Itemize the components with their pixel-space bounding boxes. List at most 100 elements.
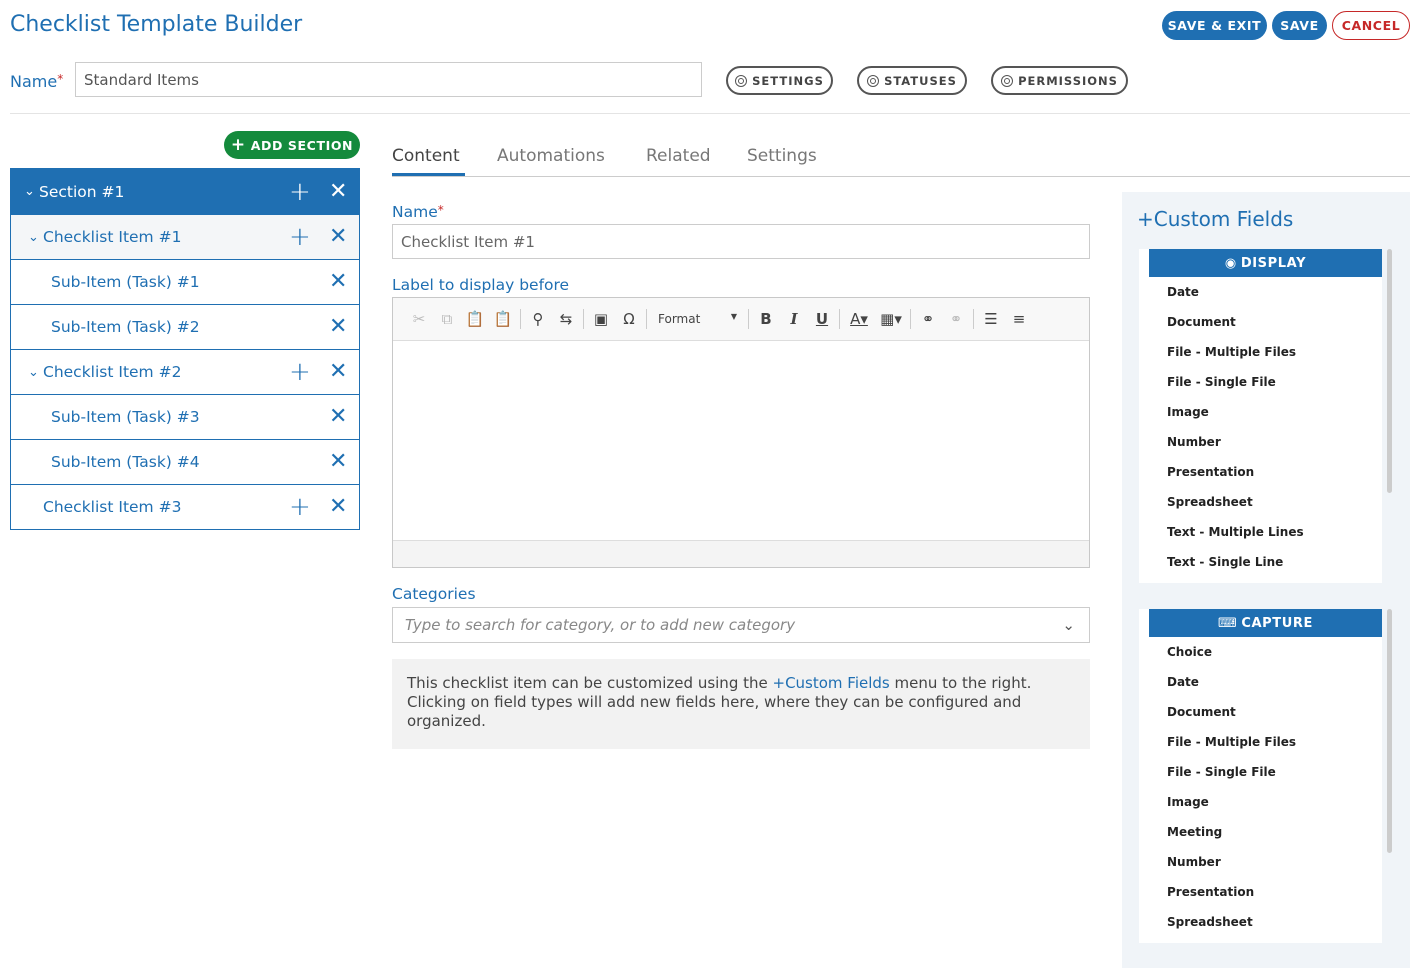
display-field-item[interactable]: Date: [1139, 277, 1382, 307]
add-icon[interactable]: +: [289, 224, 311, 250]
special-char-icon[interactable]: Ω: [615, 310, 643, 328]
cancel-button[interactable]: CANCEL: [1332, 11, 1410, 40]
close-icon[interactable]: ✕: [329, 451, 347, 473]
copy-icon[interactable]: ⧉: [433, 310, 461, 328]
display-field-item[interactable]: Spreadsheet: [1139, 487, 1382, 517]
editor-resize-bar[interactable]: [393, 540, 1089, 567]
display-field-item[interactable]: Image: [1139, 397, 1382, 427]
close-icon[interactable]: ✕: [329, 180, 347, 203]
image-icon[interactable]: ▣: [587, 310, 615, 328]
display-field-item[interactable]: Document: [1139, 307, 1382, 337]
display-field-item[interactable]: Text - Single Line: [1139, 547, 1382, 577]
categories-input[interactable]: Type to search for category, or to add n…: [392, 607, 1090, 643]
format-dropdown[interactable]: Format ▼: [650, 312, 745, 326]
plus-icon: +: [1137, 207, 1154, 231]
tree-item-checklist-1[interactable]: ⌄ Checklist Item #1 + ✕: [11, 214, 359, 259]
bg-color-icon[interactable]: ▦▾: [875, 310, 907, 328]
numbered-list-icon[interactable]: ☰: [977, 310, 1005, 328]
close-icon[interactable]: ✕: [329, 406, 347, 428]
capture-field-item[interactable]: File - Single File: [1139, 757, 1382, 787]
save-button[interactable]: SAVE: [1272, 11, 1327, 40]
tree-item-checklist-2[interactable]: ⌄ Checklist Item #2 + ✕: [11, 349, 359, 394]
close-icon[interactable]: ✕: [329, 271, 347, 293]
capture-header: ⌨ CAPTURE: [1149, 609, 1382, 637]
display-header: ◉ DISPLAY: [1149, 249, 1382, 277]
item-name-input[interactable]: Checklist Item #1: [392, 224, 1090, 259]
capture-field-item[interactable]: Choice: [1139, 637, 1382, 667]
chevron-down-icon[interactable]: ⌄: [1062, 616, 1075, 634]
tab-related[interactable]: Related: [646, 146, 711, 166]
gear-icon: [1001, 74, 1014, 87]
capture-field-item[interactable]: Image: [1139, 787, 1382, 817]
close-icon[interactable]: ✕: [329, 316, 347, 338]
header-divider: [10, 113, 1410, 114]
capture-field-item[interactable]: File - Multiple Files: [1139, 727, 1382, 757]
replace-icon[interactable]: ⇆: [552, 310, 580, 328]
item-name-label: Name*: [392, 203, 444, 221]
close-icon[interactable]: ✕: [329, 226, 347, 248]
add-section-button[interactable]: + ADD SECTION: [224, 131, 360, 159]
search-icon[interactable]: ⚲: [524, 310, 552, 328]
capture-field-item[interactable]: Meeting: [1139, 817, 1382, 847]
italic-icon[interactable]: I: [780, 310, 808, 328]
scrollbar[interactable]: [1387, 249, 1392, 493]
scrollbar[interactable]: [1387, 609, 1392, 853]
paste-icon[interactable]: 📋: [461, 310, 489, 328]
display-field-item[interactable]: Presentation: [1139, 457, 1382, 487]
tab-content[interactable]: Content: [392, 146, 460, 166]
display-field-item[interactable]: File - Single File: [1139, 367, 1382, 397]
settings-button[interactable]: SETTINGS: [726, 66, 833, 95]
save-exit-button[interactable]: SAVE & EXIT: [1162, 11, 1267, 40]
close-icon[interactable]: ✕: [329, 361, 347, 383]
chevron-down-icon[interactable]: ⌄: [28, 365, 39, 380]
add-icon[interactable]: +: [289, 359, 311, 385]
display-field-item[interactable]: File - Multiple Files: [1139, 337, 1382, 367]
tree-item-sub-4[interactable]: Sub-Item (Task) #4 ✕: [11, 439, 359, 484]
add-icon[interactable]: +: [289, 494, 311, 520]
tab-active-indicator: [392, 173, 465, 176]
keyboard-icon: ⌨: [1217, 615, 1238, 631]
unlink-icon[interactable]: ⚭: [942, 310, 970, 328]
custom-fields-hint: This checklist item can be customized us…: [392, 659, 1090, 749]
bold-icon[interactable]: B: [752, 310, 780, 328]
chevron-down-icon[interactable]: ⌄: [28, 230, 39, 245]
permissions-button[interactable]: PERMISSIONS: [991, 66, 1128, 95]
tree-item-checklist-3[interactable]: Checklist Item #3 + ✕: [11, 484, 359, 529]
custom-fields-title: +Custom Fields: [1137, 207, 1294, 231]
template-name-label: Name*: [10, 72, 64, 91]
capture-field-item[interactable]: Date: [1139, 667, 1382, 697]
statuses-button[interactable]: STATUSES: [857, 66, 967, 95]
link-icon[interactable]: ⚭: [914, 310, 942, 328]
capture-field-item[interactable]: Number: [1139, 847, 1382, 877]
capture-field-item[interactable]: Presentation: [1139, 877, 1382, 907]
paste-text-icon[interactable]: 📋: [489, 310, 517, 328]
eye-icon: ◉: [1224, 255, 1237, 271]
tree-item-sub-3[interactable]: Sub-Item (Task) #3 ✕: [11, 394, 359, 439]
label-before-label: Label to display before: [392, 276, 570, 294]
template-name-input[interactable]: Standard Items: [75, 62, 702, 97]
text-color-icon[interactable]: A▾: [843, 310, 875, 328]
underline-icon[interactable]: U: [808, 310, 836, 328]
tree-item-sub-2[interactable]: Sub-Item (Task) #2 ✕: [11, 304, 359, 349]
add-icon[interactable]: +: [289, 179, 311, 205]
capture-fields-group: ⌨ CAPTURE Choice Date Document File - Multip…: [1139, 609, 1392, 943]
close-icon[interactable]: ✕: [329, 496, 347, 518]
page-title: Checklist Template Builder: [10, 12, 303, 37]
display-field-item[interactable]: Text - Multiple Lines: [1139, 517, 1382, 547]
caret-down-icon: ▼: [730, 312, 737, 321]
gear-icon: [867, 74, 880, 87]
capture-field-item[interactable]: Spreadsheet: [1139, 907, 1382, 937]
cut-icon[interactable]: ✂: [405, 310, 433, 328]
chevron-down-icon[interactable]: ⌄: [24, 184, 35, 199]
tab-automations[interactable]: Automations: [497, 146, 605, 166]
tree-section-1[interactable]: ⌄ Section #1 + ✕: [11, 169, 359, 214]
capture-field-item[interactable]: Document: [1139, 697, 1382, 727]
bulleted-list-icon[interactable]: ≡: [1005, 310, 1033, 328]
tab-settings[interactable]: Settings: [747, 146, 817, 166]
custom-fields-link[interactable]: +Custom Fields: [773, 674, 890, 692]
rich-text-editor[interactable]: ✂ ⧉ 📋 📋 ⚲ ⇆ ▣ Ω Format ▼ B I U A▾ ▦▾ ⚭ ⚭ …: [392, 297, 1090, 568]
display-field-item[interactable]: Number: [1139, 427, 1382, 457]
tab-divider: [392, 176, 1410, 177]
tree-item-sub-1[interactable]: Sub-Item (Task) #1 ✕: [11, 259, 359, 304]
categories-label: Categories: [392, 585, 476, 603]
